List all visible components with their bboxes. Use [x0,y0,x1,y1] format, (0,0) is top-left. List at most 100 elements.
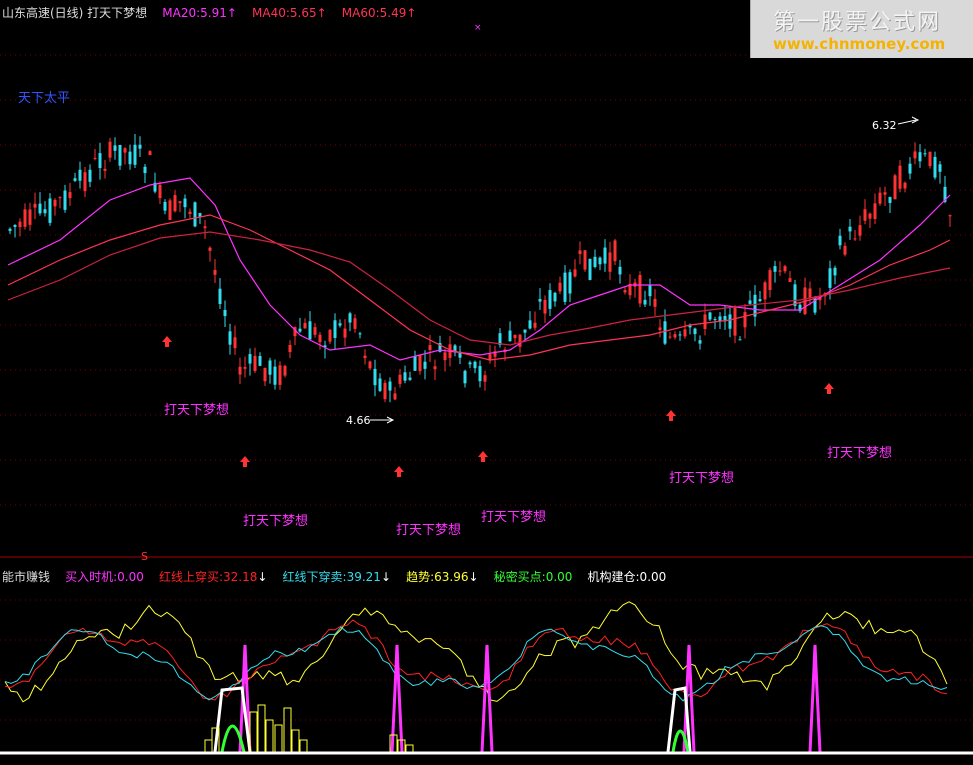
candle-body [718,316,722,322]
candle-body [83,172,87,192]
candle-body [143,166,147,174]
candle-body [378,378,382,391]
red-cross-down: 红线下穿卖:39.21↓ [282,570,391,584]
candle-body [183,198,187,208]
candle-body [623,290,627,293]
yellow-step [405,744,414,753]
candle-body [768,270,772,291]
buy-arrow [824,383,834,394]
candle-body [443,352,447,361]
candle-body [398,374,402,384]
candle-body [48,198,52,223]
buy-arrow [394,466,404,477]
candle-body [268,360,272,375]
candle-body [188,211,192,215]
candle-body [243,367,247,369]
candle-body [673,334,677,338]
candle-body [418,355,422,372]
candle-body [763,282,767,300]
candle-body [218,288,222,305]
candle-body [253,355,257,372]
candle-body [8,228,12,231]
candle-body [608,252,612,272]
candle-body [728,314,732,329]
ma20-value: MA20:5.91↑ [162,6,237,20]
candle-body [873,203,877,219]
candle-body [353,318,357,329]
candle-body [343,328,347,338]
candle-body [833,267,837,276]
candle-body [108,141,112,158]
candle-body [903,182,907,189]
candle-body [923,153,927,155]
candle-body [298,328,302,332]
candle-body [113,145,117,151]
candle-body [703,314,707,329]
candle-body [853,238,857,240]
candle-body [738,339,742,341]
candle-body [463,370,467,384]
candle-body [73,178,77,181]
candle-body [198,213,202,217]
candle-body [308,321,312,340]
candle-body [263,367,267,382]
ma-lines-group [7,177,951,361]
low-pointer [370,416,395,424]
candle-body [828,268,832,288]
signal-text: 打天下梦想 [164,403,230,418]
candle-body [658,327,662,331]
candle-body [858,225,862,236]
price-chart[interactable]: × S [0,0,973,765]
trend-value: 趋势:63.96↓ [406,570,479,584]
indicator-label: 天下太平 [18,91,71,106]
candle-body [203,226,207,229]
s-marker: S [141,550,148,563]
candle-body [518,334,522,347]
candle-body [478,366,482,382]
buy-arrow [666,410,676,421]
candle-body [88,169,92,182]
secret-buy: 秘密买点:0.00 [493,570,573,584]
candle-body [863,209,867,221]
yellow-step [274,724,283,753]
candle-body [543,299,547,314]
watermark-logo: 第一股票公式网 www.chnmoney.com [750,0,973,58]
ma20-line [7,177,951,361]
candle-body [278,365,282,385]
candle-body [618,266,622,275]
candle-body [933,156,937,178]
candle-body [533,322,537,328]
candle-body [918,152,922,162]
candle-body [683,329,687,337]
signal-text: 打天下梦想 [481,510,547,525]
candle-body [468,362,472,365]
yellow-step [283,707,292,753]
candle-body [668,336,672,338]
candle-body [388,381,392,391]
candle-body [653,298,657,307]
candle-body [38,203,42,214]
candle-body [583,250,587,270]
low-price-label: 4.66 [346,414,371,427]
red-line [4,619,948,701]
candle-body [383,382,387,400]
candle-body [508,330,512,342]
candle-body [18,221,22,228]
candle-body [698,340,702,344]
candle-body [248,354,252,364]
candle-body [273,366,277,385]
candle-body [318,334,322,342]
candle-body [678,334,682,336]
candle-body [778,270,782,272]
candle-body [158,184,162,199]
candle-body [408,377,412,380]
main-chart-header: 山东高速(日线) 打天下梦想 MA20:5.91↑ MA40:5.65↑ MA6… [2,2,426,20]
candle-body [163,201,167,211]
candle-body [313,327,317,335]
candle-body [708,312,712,320]
yellow-step [299,739,308,753]
watermark-title: 第一股票公式网 [773,10,942,35]
candle-body [423,361,427,369]
cyan-line [4,625,948,702]
candle-body [713,319,717,321]
